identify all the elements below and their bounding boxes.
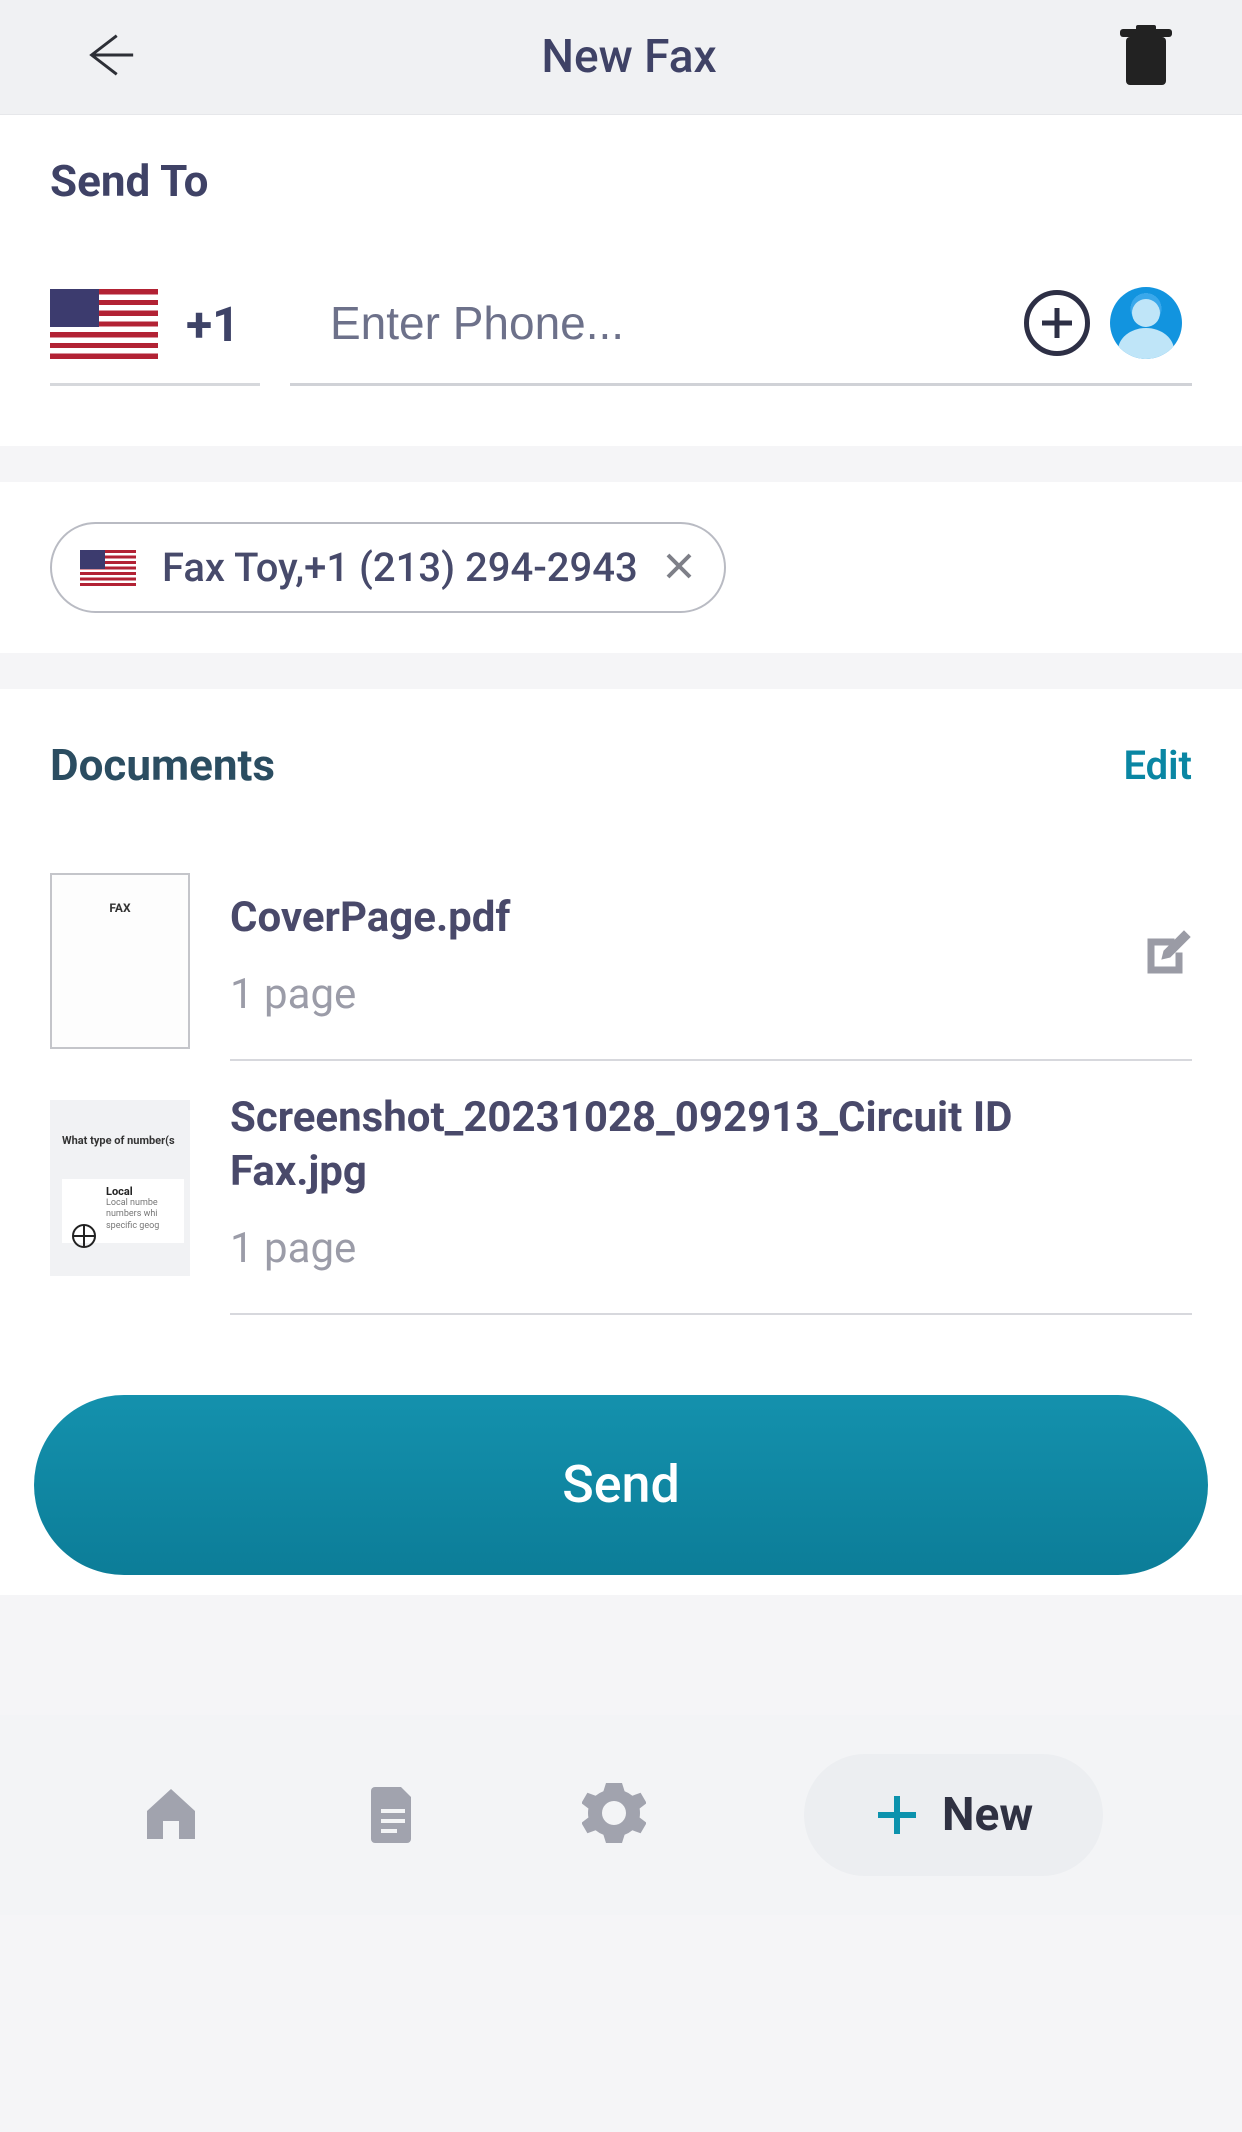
documents-label: Documents [50,739,275,791]
document-name: Screenshot_20231028_092913_Circuit ID Fa… [230,1091,1070,1200]
gear-icon [582,1781,646,1845]
document-thumbnail: What type of number(s Local Local numbe … [50,1100,190,1276]
us-flag-icon [50,289,158,359]
bottom-nav: New [0,1715,1242,1915]
phone-input-wrap [290,287,1192,386]
documents-header: Documents Edit [50,739,1192,791]
arrow-left-icon [80,26,138,84]
pencil-square-icon [1140,927,1192,979]
home-icon [139,1781,203,1845]
back-button[interactable] [80,26,138,88]
nav-documents-button[interactable] [361,1781,425,1849]
remove-recipient-button[interactable] [664,551,694,585]
nav-home-button[interactable] [139,1781,203,1849]
nav-settings-button[interactable] [582,1781,646,1849]
document-name: CoverPage.pdf [230,891,510,946]
phone-input[interactable] [290,296,1024,350]
plus-icon [874,1792,920,1838]
document-row[interactable]: FAX CoverPage.pdf 1 page [50,861,1192,1061]
page-title: New Fax [541,30,716,84]
document-row[interactable]: What type of number(s Local Local numbe … [50,1061,1192,1315]
send-to-section: Send To +1 [0,115,1242,446]
divider [0,446,1242,482]
phone-input-row: +1 [50,287,1192,386]
send-to-label: Send To [50,155,1192,207]
recipient-chip-text: Fax Toy,+1 (213) 294-2943 [162,544,638,591]
edit-document-button[interactable] [1140,927,1192,983]
document-pages: 1 page [230,1224,1070,1273]
document-icon [361,1781,425,1845]
header: New Fax [0,0,1242,115]
recipient-chip-bar: Fax Toy,+1 (213) 294-2943 [0,482,1242,653]
close-icon [664,551,694,581]
delete-button[interactable] [1120,25,1172,89]
nav-new-label: New [942,1788,1033,1842]
contacts-button[interactable] [1110,287,1182,359]
edit-documents-button[interactable]: Edit [1123,742,1192,789]
add-recipient-button[interactable] [1024,290,1090,356]
divider [0,653,1242,689]
us-flag-icon [80,550,136,586]
send-button[interactable]: Send [34,1395,1208,1575]
recipient-chip[interactable]: Fax Toy,+1 (213) 294-2943 [50,522,726,613]
country-code-picker[interactable]: +1 [50,289,260,386]
send-area: Send [0,1315,1242,1715]
plus-icon [1040,306,1074,340]
trash-icon [1120,25,1172,85]
documents-section: Documents Edit FAX CoverPage.pdf 1 page … [0,689,1242,1315]
document-thumbnail: FAX [50,873,190,1049]
nav-new-button[interactable]: New [804,1754,1103,1876]
country-code-text: +1 [186,296,240,353]
document-pages: 1 page [230,970,510,1019]
